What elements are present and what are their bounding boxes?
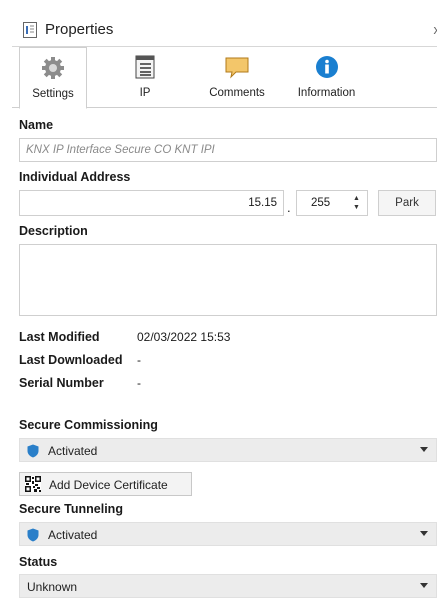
- status-dropdown[interactable]: Unknown: [19, 574, 437, 598]
- chevron-down-icon: [420, 583, 428, 588]
- close-icon[interactable]: x: [434, 22, 437, 37]
- tab-information[interactable]: Information: [289, 47, 364, 107]
- secure-tunneling-label: Secure Tunneling: [19, 502, 123, 516]
- secure-tunneling-value: Activated: [48, 528, 98, 542]
- tab-label: IP: [139, 87, 151, 99]
- last-downloaded-value: -: [137, 353, 141, 367]
- shield-icon: [27, 444, 39, 458]
- properties-titlebar: Properties x: [12, 12, 437, 47]
- info-icon: [315, 56, 338, 78]
- serial-number-label: Serial Number: [19, 376, 104, 390]
- secure-commissioning-value: Activated: [48, 444, 98, 458]
- address-line-field[interactable]: 15.15: [19, 190, 284, 216]
- address-line-value: 15.15: [248, 197, 277, 209]
- device-number-stepper[interactable]: 255 ▲ ▼: [296, 190, 368, 216]
- address-separator: .: [287, 200, 291, 215]
- secure-commissioning-label: Secure Commissioning: [19, 418, 158, 432]
- status-label: Status: [19, 555, 58, 569]
- name-placeholder: KNX IP Interface Secure CO KNT IPI: [26, 144, 215, 156]
- settings-panel: Name KNX IP Interface Secure CO KNT IPI …: [12, 108, 437, 609]
- properties-icon: [23, 22, 37, 38]
- device-number-value: 255: [311, 197, 331, 209]
- window-title: Properties: [45, 21, 114, 38]
- status-value: Unknown: [27, 580, 78, 594]
- chevron-down-icon: [420, 531, 428, 536]
- tab-settings[interactable]: Settings: [19, 47, 87, 109]
- ip-list-icon: [135, 55, 155, 79]
- add-device-certificate-label: Add Device Certificate: [49, 478, 168, 492]
- name-label: Name: [19, 118, 54, 132]
- tab-comments[interactable]: Comments: [202, 47, 272, 107]
- add-device-certificate-button[interactable]: Add Device Certificate: [19, 472, 192, 496]
- last-modified-label: Last Modified: [19, 330, 100, 344]
- tab-label: Comments: [209, 87, 265, 99]
- chevron-down-icon: [420, 447, 428, 452]
- individual-address-label: Individual Address: [19, 170, 131, 184]
- comment-icon: [225, 57, 249, 79]
- tab-ip[interactable]: IP: [119, 47, 171, 107]
- park-button[interactable]: Park: [378, 190, 436, 216]
- gear-icon: [42, 57, 64, 79]
- description-label: Description: [19, 224, 88, 238]
- secure-commissioning-dropdown[interactable]: Activated: [19, 438, 437, 462]
- description-field[interactable]: [19, 244, 437, 316]
- name-field[interactable]: KNX IP Interface Secure CO KNT IPI: [19, 138, 437, 162]
- tab-bar: Settings IP Comments Information: [12, 47, 437, 109]
- stepper-arrows-icon[interactable]: ▲ ▼: [352, 194, 361, 212]
- last-downloaded-label: Last Downloaded: [19, 353, 123, 367]
- tab-label: Settings: [32, 88, 74, 100]
- serial-number-value: -: [137, 376, 141, 390]
- shield-icon: [27, 528, 39, 542]
- secure-tunneling-dropdown[interactable]: Activated: [19, 522, 437, 546]
- last-modified-value: 02/03/2022 15:53: [137, 330, 231, 344]
- tab-label: Information: [297, 87, 356, 99]
- qr-code-icon: [25, 476, 41, 492]
